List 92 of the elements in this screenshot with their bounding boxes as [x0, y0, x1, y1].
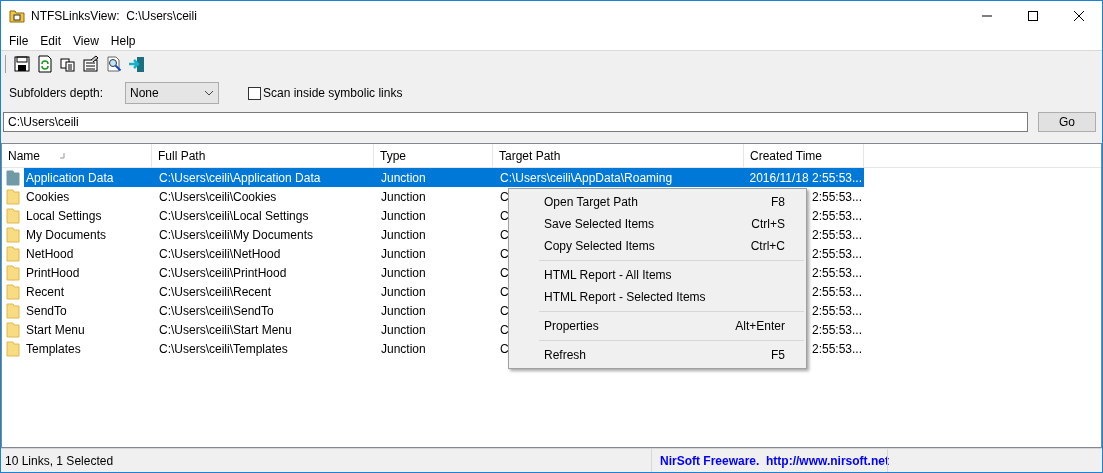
- table-cell-text: 2:55:53...: [811, 283, 862, 301]
- table-cell-text: Junction: [381, 245, 426, 263]
- table-cell-text: C:\Users\ceili\Templates: [159, 340, 288, 358]
- folder-icon: [6, 283, 20, 300]
- table-cell-text: C:\Users\ceili\AppData\Roaming: [500, 169, 673, 187]
- search-icon[interactable]: [105, 55, 123, 73]
- depth-dropdown[interactable]: None: [125, 82, 219, 104]
- table-cell-text: Start Menu: [26, 321, 85, 339]
- table-cell-text: C: [500, 302, 509, 320]
- table-cell-text: C: [500, 340, 509, 358]
- context-menu-item[interactable]: Save Selected Items Ctrl+S: [509, 213, 806, 235]
- table-cell-text: My Documents: [26, 226, 107, 244]
- table-cell-text: 2:55:53...: [811, 226, 862, 244]
- website-link[interactable]: NirSoft Freeware. http://www.nirsoft.net: [651, 448, 887, 472]
- table-cell-text: C:\Users\ceili\My Documents: [159, 226, 314, 244]
- selection-highlight[interactable]: Application Data C:\Users\ceili\Application Data Junction C:\Users\ceili\AppData\Roaming 2016/11/18 2:55:53...: [24, 168, 864, 187]
- context-menu-item[interactable]: HTML Report - All Items: [509, 264, 806, 286]
- table-cell-text: C:\Users\ceili\Local Settings: [159, 207, 309, 225]
- chevron-down-icon: [204, 90, 214, 96]
- folder-icon: [6, 226, 20, 243]
- refresh-icon[interactable]: [36, 55, 54, 73]
- table-cell-text: SendTo: [26, 302, 67, 320]
- table-cell-text: Junction: [381, 188, 426, 206]
- table-cell-text: 2:55:53...: [811, 207, 862, 225]
- table-cell-text: C:\Users\ceili\Cookies: [159, 188, 277, 206]
- folder-icon: [6, 188, 20, 205]
- properties-icon[interactable]: [82, 55, 100, 73]
- table-cell-text: 2:55:53...: [811, 340, 862, 358]
- maximize-icon: [1028, 11, 1038, 21]
- go-button[interactable]: Go: [1038, 112, 1096, 132]
- table-cell-text: C: [500, 188, 509, 206]
- table-cell-text: Junction: [381, 321, 426, 339]
- path-field[interactable]: C:\Users\ceili: [3, 112, 1028, 132]
- table-cell-text: Junction: [381, 226, 426, 244]
- menu-item[interactable]: Edit: [34, 31, 68, 50]
- table-cell-text: Cookies: [26, 188, 70, 206]
- table-cell-text: C:\Users\ceili\Start Menu: [159, 321, 292, 339]
- table-cell-text: C: [500, 283, 509, 301]
- scan-checkbox[interactable]: [248, 86, 261, 100]
- table-cell-text: C: [500, 207, 509, 225]
- context-menu-item[interactable]: Open Target Path F8: [509, 191, 806, 213]
- table-cell-text: 2:55:53...: [811, 188, 862, 206]
- table-cell-text: C:\Users\ceili\Recent: [159, 283, 272, 301]
- folder-icon: [6, 207, 20, 224]
- folder-icon: [6, 245, 20, 262]
- table-cell-text: Application Data: [26, 169, 114, 187]
- table-cell-text: C:\Users\ceili\PrintHood: [159, 264, 287, 282]
- exit-icon[interactable]: [128, 55, 146, 73]
- table-cell-text: 2:55:53...: [811, 321, 862, 339]
- table-cell-text: NetHood: [26, 245, 74, 263]
- menu-item[interactable]: View: [67, 31, 105, 50]
- table-cell-text: Junction: [381, 340, 426, 358]
- table-cell-text: Junction: [381, 264, 426, 282]
- table-cell-text: 2:55:53...: [811, 245, 862, 263]
- context-menu-item[interactable]: Properties Alt+Enter: [509, 315, 806, 337]
- sort-icon: [60, 153, 65, 159]
- context-menu-item[interactable]: HTML Report - Selected Items: [509, 286, 806, 308]
- table-cell-text: C:\Users\ceili\NetHood: [159, 245, 281, 263]
- table-cell-text: C: [500, 321, 509, 339]
- table-cell-text: 2:55:53...: [811, 264, 862, 282]
- folder-icon: [6, 321, 20, 338]
- folder-icon: [6, 302, 20, 319]
- status-text: 10 Links, 1 Selected: [4, 452, 115, 470]
- table-cell-text: 2016/11/18 2:55:53...: [749, 169, 862, 187]
- table-cell-text: Templates: [26, 340, 81, 358]
- table-cell-text: C:\Users\ceili\Application Data: [159, 169, 321, 187]
- window-title: NTFSLinksView: C:\Users\ceili: [31, 8, 197, 25]
- context-menu-item[interactable]: Copy Selected Items Ctrl+C: [509, 235, 806, 257]
- folder-icon: [6, 340, 20, 357]
- menu-item[interactable]: File: [3, 31, 35, 50]
- table-cell-text: C:\Users\ceili\SendTo: [159, 302, 274, 320]
- folder-icon: [6, 169, 20, 186]
- menu-item[interactable]: Help: [104, 31, 142, 50]
- app-icon: [9, 9, 25, 23]
- copy-icon[interactable]: [59, 55, 77, 73]
- table-cell-text: Junction: [381, 302, 426, 320]
- close-icon: [1074, 11, 1084, 21]
- table-cell-text: Junction: [381, 207, 426, 225]
- table-cell-text: Junction: [381, 169, 426, 187]
- table-cell-text: Recent: [26, 283, 65, 301]
- save-icon[interactable]: [13, 55, 31, 73]
- folder-icon: [6, 264, 20, 281]
- table-cell-text: C: [500, 245, 509, 263]
- table-cell-text: Junction: [381, 283, 426, 301]
- table-cell-text: C: [500, 264, 509, 282]
- table-cell-text: C: [500, 226, 509, 244]
- scan-label: Scan inside symbolic links: [263, 85, 403, 102]
- table-cell-text: Local Settings: [26, 207, 102, 225]
- context-menu-item[interactable]: Refresh F5: [509, 344, 806, 366]
- table-cell-text: PrintHood: [26, 264, 80, 282]
- depth-label: Subfolders depth:: [9, 85, 105, 102]
- table-cell-text: 2:55:53...: [811, 302, 862, 320]
